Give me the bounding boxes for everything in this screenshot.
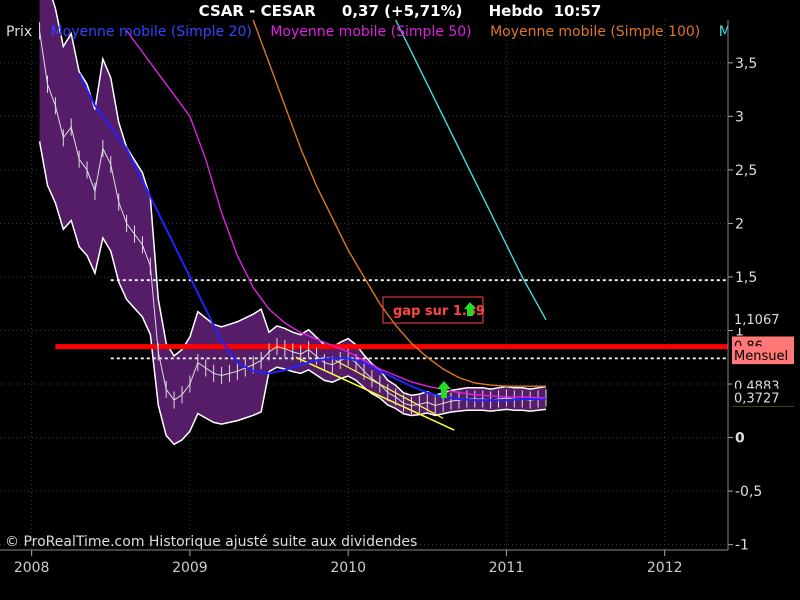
y-tick-label: 3,5 [735,56,757,72]
period: Hebdo [488,2,544,20]
price-change: 0,37 (+5,71%) [341,2,463,20]
x-tick-label: 2012 [647,560,683,576]
y-tick-label: 1,5 [735,270,757,286]
y-tick-label: 0 [735,431,745,447]
legend: Prix Moyenne mobile (Simple 20) Moyenne … [6,24,728,42]
y-axis: 3,532,521,510,50-0,5-1 [727,20,762,554]
price-labels: 1,10670,86Mensuel0,48830,370,3727 [732,310,794,407]
y-tick-label: -1 [735,538,749,554]
x-tick-label: 2008 [14,560,50,576]
y-tick-label: 2 [735,216,744,232]
x-axis: 2008 2009 2010 2011 2012 [0,549,728,576]
symbol: CSAR - CESAR [198,2,316,20]
legend-item-ma20[interactable]: Moyenne mobile (Simple 20) [51,24,252,40]
time: 10:57 [553,2,602,20]
x-tick-label: 2011 [489,560,525,576]
price-label-text-0: 1,1067 [734,313,780,328]
chart-title: CSAR - CESAR 0,37 (+5,71%) Hebdo 10:57 [0,2,800,20]
footer-credit: © ProRealTime.com Historique ajusté suit… [5,534,418,550]
legend-item-ma100[interactable]: Moyenne mobile (Simple 100) [490,24,700,40]
x-tick-label: 2010 [330,560,366,576]
y-tick-label: 3 [735,109,744,125]
x-tick-label: 2009 [172,560,208,576]
legend-item-ma-other[interactable]: Moye [719,24,728,40]
price-label-text-2: Mensuel [734,349,788,364]
y-tick-label: 2,5 [735,163,757,179]
y-tick-label: -0,5 [735,484,762,500]
price-chart[interactable]: 3,532,521,510,50-0,5-1 20082009201020112… [0,0,800,600]
legend-item-ma50[interactable]: Moyenne mobile (Simple 50) [270,24,471,40]
price-label-text-5: 0,3727 [734,392,780,407]
legend-item-prix[interactable]: Prix [6,24,32,40]
